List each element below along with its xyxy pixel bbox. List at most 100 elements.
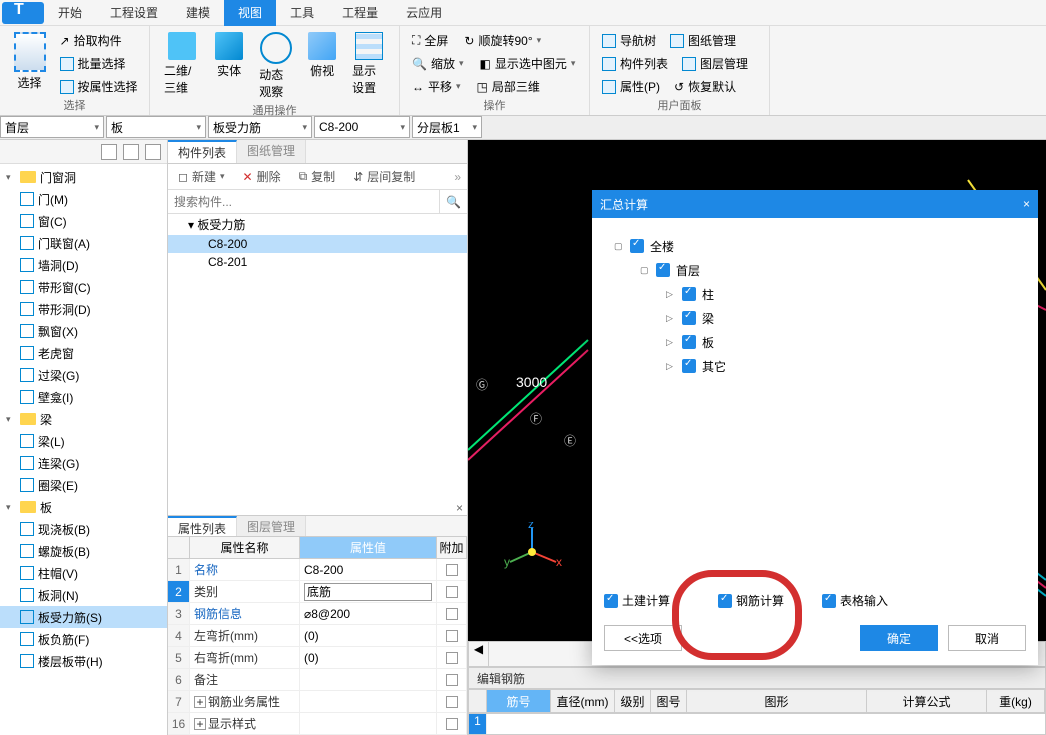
tree-tool3[interactable] (145, 144, 161, 160)
toggle-floor[interactable]: ▢ (640, 265, 650, 276)
show-selected-button[interactable]: ◧显示选中图元 (476, 53, 580, 74)
toggle-n2[interactable]: ▷ (666, 313, 676, 324)
tree-item[interactable]: 墙洞(D) (0, 254, 167, 276)
tree-item[interactable]: 门(M) (0, 188, 167, 210)
tree-item[interactable]: 板洞(N) (0, 584, 167, 606)
tree-item[interactable]: 过梁(G) (0, 364, 167, 386)
batch-select-button[interactable]: 批量选择 (56, 53, 142, 74)
byprop-select-button[interactable]: 按属性选择 (56, 76, 142, 97)
new-button[interactable]: ◻新建 (174, 166, 229, 187)
layer-dropdown[interactable]: 分层板1 (412, 116, 482, 138)
prop-row[interactable]: 4 左弯折(mm) (0) (168, 625, 467, 647)
tree-item[interactable]: 柱帽(V) (0, 562, 167, 584)
comp-item-2[interactable]: C8-201 (168, 253, 467, 271)
node-slab[interactable]: 板 (702, 334, 714, 351)
prop-row-chk[interactable] (437, 669, 467, 690)
tab-cloud[interactable]: 云应用 (392, 0, 456, 26)
tab-tools[interactable]: 工具 (276, 0, 328, 26)
tab-view[interactable]: 视图 (224, 0, 276, 26)
prop-close[interactable] (168, 501, 467, 515)
dynobs-button[interactable]: 动态观察 (253, 30, 298, 102)
cb-table-input[interactable]: 表格输入 (822, 592, 888, 609)
tree-item[interactable]: 板受力筋(S) (0, 606, 167, 628)
tree-item[interactable]: 现浇板(B) (0, 518, 167, 540)
node-floor[interactable]: 首层 (676, 262, 700, 279)
restore-button[interactable]: ↺恢复默认 (670, 76, 740, 97)
tab-modeling[interactable]: 建模 (172, 0, 224, 26)
tree-item[interactable]: 带形窗(C) (0, 276, 167, 298)
node-beam[interactable]: 梁 (702, 310, 714, 327)
tree-tool2[interactable] (123, 144, 139, 160)
copy-button[interactable]: ⧉复制 (295, 166, 340, 187)
node-column[interactable]: 柱 (702, 286, 714, 303)
floor-dropdown[interactable]: 首层 (0, 116, 104, 138)
navtree-button[interactable]: 导航树 (598, 30, 660, 51)
item-dropdown[interactable]: C8-200 (314, 116, 410, 138)
prop-row[interactable]: 3 钢筋信息 ⌀8@200 (168, 603, 467, 625)
tree-item[interactable]: 带形洞(D) (0, 298, 167, 320)
prop-row-chk[interactable] (437, 603, 467, 624)
search-button[interactable]: 🔍 (439, 190, 467, 213)
ok-button[interactable]: 确定 (860, 625, 938, 651)
layermgr-button[interactable]: 图层管理 (678, 53, 752, 74)
category-dropdown[interactable]: 板 (106, 116, 206, 138)
cb-floor[interactable] (656, 263, 670, 277)
cancel-button[interactable]: 取消 (948, 625, 1026, 651)
prop-row-chk[interactable] (437, 691, 467, 712)
tab-proplayer[interactable]: 图层管理 (237, 516, 306, 536)
toggle-n3[interactable]: ▷ (666, 337, 676, 348)
local3d-button[interactable]: ◳局部三维 (473, 76, 544, 97)
tab-proplist[interactable]: 属性列表 (168, 516, 237, 536)
tree-group[interactable]: ▾板 (0, 496, 167, 518)
tree-group[interactable]: ▾门窗洞 (0, 166, 167, 188)
node-all[interactable]: 全楼 (650, 238, 674, 255)
prop-row[interactable]: 2 类别 (168, 581, 467, 603)
tree-tool1[interactable] (101, 144, 117, 160)
cb-n3[interactable] (682, 335, 696, 349)
tree-item[interactable]: 壁龛(I) (0, 386, 167, 408)
fullscreen-button[interactable]: ⛶全屏 (408, 30, 452, 51)
intercopy-button[interactable]: ⇵层间复制 (349, 166, 419, 187)
prop-row[interactable]: 6 备注 (168, 669, 467, 691)
tree-item[interactable]: 窗(C) (0, 210, 167, 232)
display-settings-button[interactable]: 显示设置 (346, 30, 391, 102)
prop-row-chk[interactable] (437, 559, 467, 580)
prop-row[interactable]: 1 名称 C8-200 (168, 559, 467, 581)
tree-item[interactable]: 老虎窗 (0, 342, 167, 364)
toggle-n1[interactable]: ▷ (666, 289, 676, 300)
solid-button[interactable]: 实体 (209, 30, 249, 102)
ortho-button[interactable]: 俯视 (302, 30, 342, 102)
node-other[interactable]: 其它 (702, 358, 726, 375)
cb-all[interactable] (630, 239, 644, 253)
zoom-button[interactable]: 🔍缩放 (408, 53, 468, 74)
comp-root[interactable]: ▾ 板受力筋 (168, 214, 467, 235)
tree-item[interactable]: 圈梁(E) (0, 474, 167, 496)
tab-complist[interactable]: 构件列表 (168, 140, 237, 163)
cb-n2[interactable] (682, 311, 696, 325)
type-dropdown[interactable]: 板受力筋 (208, 116, 312, 138)
tab-drawmgr[interactable]: 图纸管理 (237, 140, 306, 163)
prop-val-input[interactable] (304, 583, 432, 601)
comp-item-1[interactable]: C8-200 (168, 235, 467, 253)
toggle-root[interactable]: ▢ (614, 241, 624, 252)
delete-button[interactable]: ✕删除 (239, 166, 285, 187)
options-button[interactable]: <<选项 (604, 625, 682, 651)
tree-item[interactable]: 螺旋板(B) (0, 540, 167, 562)
drawing-mgr-button[interactable]: 图纸管理 (666, 30, 740, 51)
cb-rebar-calc[interactable]: 钢筋计算 (718, 592, 784, 609)
prop-row-chk[interactable] (437, 647, 467, 668)
tree-group[interactable]: ▾梁 (0, 408, 167, 430)
prop-row-chk[interactable] (437, 625, 467, 646)
rotate90-button[interactable]: ↻顺旋转90° (460, 30, 545, 51)
cb-n1[interactable] (682, 287, 696, 301)
tree-item[interactable]: 飘窗(X) (0, 320, 167, 342)
search-input[interactable] (168, 190, 439, 213)
cb-civil-calc[interactable]: 土建计算 (604, 592, 670, 609)
tree-item[interactable]: 板负筋(F) (0, 628, 167, 650)
toggle-n4[interactable]: ▷ (666, 361, 676, 372)
prop-row[interactable]: 5 右弯折(mm) (0) (168, 647, 467, 669)
2d3d-button[interactable]: 二维/三维 (158, 30, 205, 102)
pick-component-button[interactable]: ↗拾取构件 (56, 30, 142, 51)
tab-start[interactable]: 开始 (44, 0, 96, 26)
prop-row-val[interactable] (300, 581, 437, 602)
